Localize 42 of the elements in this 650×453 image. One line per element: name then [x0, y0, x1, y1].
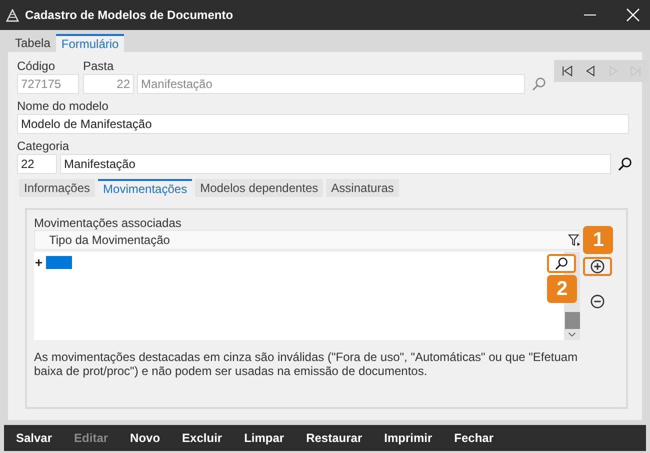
- filter-icon[interactable]: [568, 234, 582, 247]
- search-icon[interactable]: [618, 157, 632, 171]
- scrollbar-thumb[interactable]: [564, 312, 580, 329]
- tab[interactable]: Modelos dependentes: [195, 179, 324, 197]
- input-field[interactable]: Modelo de Manifestação: [17, 114, 629, 134]
- tab[interactable]: Assinaturas: [326, 179, 399, 197]
- scroll-down-icon[interactable]: [568, 332, 576, 337]
- group-title: Movimentações associadas: [34, 216, 182, 230]
- input-field[interactable]: Manifestação: [60, 154, 611, 174]
- callout-badge: 1: [583, 226, 614, 254]
- search-button[interactable]: [547, 254, 576, 273]
- window-title: Cadastro de Modelos de Documento: [25, 8, 234, 22]
- field-label: Código: [17, 58, 56, 74]
- first-record-icon[interactable]: [560, 64, 574, 78]
- field-label: Categoria: [17, 138, 70, 154]
- action-button[interactable]: Fechar: [448, 429, 500, 447]
- callout-badge: 2: [547, 275, 577, 303]
- tab[interactable]: Movimentações: [98, 179, 192, 197]
- action-button[interactable]: Novo: [124, 429, 166, 447]
- field-label: Pasta: [83, 58, 115, 74]
- field-label: Nome do modelo: [17, 98, 110, 114]
- plus-circle-icon: [590, 259, 606, 274]
- search-icon: [555, 257, 568, 270]
- action-button[interactable]: Imprimir: [378, 429, 438, 447]
- tab[interactable]: Informações: [19, 179, 96, 197]
- info-note: As movimentações destacadas em cinza são inválidas ("Fora de uso", "Automáticas" ou que "Efetuam baixa de prot/proc") e não podem ser usadas na emissão de documentos.: [34, 350, 579, 378]
- selected-cell[interactable]: [46, 256, 72, 268]
- expand-toggle[interactable]: +: [34, 254, 46, 270]
- app-logo-icon: [6, 8, 19, 22]
- action-button[interactable]: Limpar: [238, 429, 290, 447]
- add-button[interactable]: [583, 257, 612, 276]
- tab[interactable]: Formulário: [56, 34, 124, 52]
- close-icon[interactable]: [626, 8, 640, 22]
- input-field[interactable]: 22: [17, 154, 57, 174]
- action-button[interactable]: Restaurar: [300, 429, 368, 447]
- input-field[interactable]: 22: [83, 74, 134, 94]
- column-header[interactable]: Tipo da Movimentação: [34, 230, 580, 250]
- action-button[interactable]: Excluir: [176, 429, 228, 447]
- input-field[interactable]: Manifestação: [137, 74, 525, 94]
- input-field[interactable]: 727175: [17, 74, 79, 94]
- action-button[interactable]: Salvar: [10, 429, 58, 447]
- remove-icon[interactable]: [590, 294, 606, 309]
